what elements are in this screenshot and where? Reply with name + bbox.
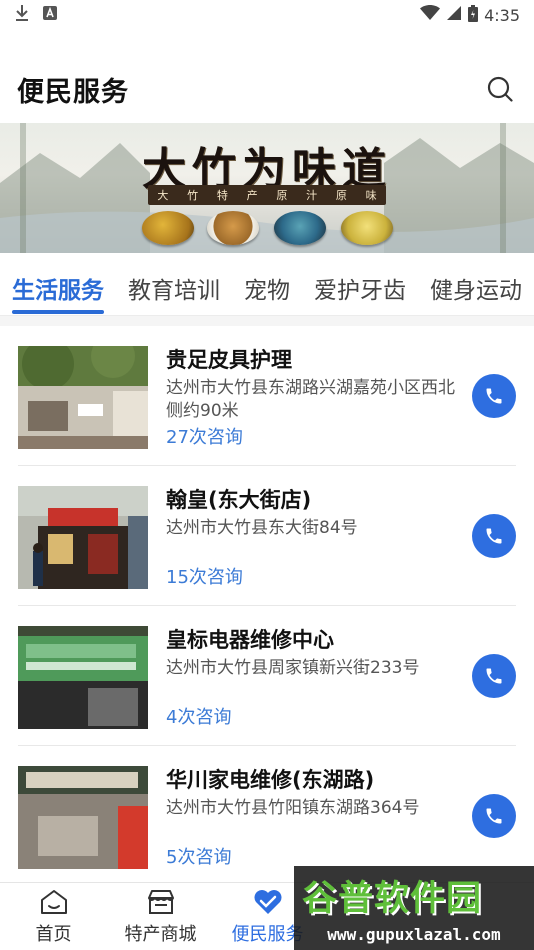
call-button[interactable]: [472, 794, 516, 838]
food-dish-image: [142, 211, 194, 245]
promo-banner[interactable]: 大竹为味道 大 竹 特 产 原 汁 原 味: [0, 123, 534, 253]
header: 便民服务: [0, 58, 534, 120]
list-item[interactable]: 华川家电维修(东湖路) 达州市大竹县竹阳镇东湖路364号 5次咨询: [18, 746, 516, 886]
phone-icon: [486, 388, 502, 404]
tab-pets[interactable]: 宠物: [232, 260, 302, 315]
nav-specialty-mall-label: 特产商城: [124, 923, 197, 945]
shop-thumbnail: [18, 486, 148, 589]
item-address: 达州市大竹县东大街84号: [166, 518, 358, 538]
banner-subtitle-char: 味: [365, 189, 377, 202]
status-bar: 4:35: [0, 0, 534, 30]
item-title: 皇标电器维修中心: [166, 628, 334, 652]
item-title: 贵足皮具护理: [166, 348, 292, 372]
consult-count: 4次咨询: [166, 707, 232, 728]
food-dish-image: [274, 211, 326, 245]
banner-subtitle: 大 竹 特 产 原 汁 原 味: [148, 185, 386, 205]
call-button[interactable]: [472, 654, 516, 698]
list-item[interactable]: 贵足皮具护理 达州市大竹县东湖路兴湖嘉苑小区西北侧约90米 27次咨询: [18, 326, 516, 466]
item-address: 达州市大竹县周家镇新兴街233号: [166, 658, 420, 678]
call-button[interactable]: [472, 514, 516, 558]
item-title: 翰皇(东大街店): [166, 488, 312, 512]
banner-subtitle-char: 汁: [306, 189, 318, 202]
item-address: 达州市大竹县竹阳镇东湖路364号: [166, 798, 420, 818]
tab-dental[interactable]: 爱护牙齿: [302, 260, 418, 315]
shop-thumbnail: [18, 766, 148, 869]
nav-specialty-mall[interactable]: 特产商城: [107, 883, 214, 950]
banner-subtitle-char: 原: [335, 189, 347, 202]
search-button[interactable]: [482, 71, 518, 107]
cellular-signal-icon: [446, 5, 462, 25]
nav-convenience-services-label: 便民服务: [231, 923, 304, 945]
page-title: 便民服务: [17, 76, 129, 108]
nav-home[interactable]: 首页: [0, 883, 107, 950]
tab-fitness[interactable]: 健身运动: [418, 260, 534, 315]
status-time: 4:35: [484, 5, 520, 25]
shop-thumbnail: [18, 346, 148, 449]
watermark-url: www.gupuxlazal.com: [327, 925, 501, 944]
nav-home-label: 首页: [35, 923, 72, 945]
download-icon: [14, 4, 30, 26]
item-title: 华川家电维修(东湖路): [166, 768, 375, 792]
banner-subtitle-char: 产: [246, 189, 258, 202]
watermark-text: 谷普软件园: [302, 879, 483, 919]
banner-subtitle-char: 原: [276, 189, 288, 202]
banner-subtitle-char: 竹: [187, 189, 199, 202]
food-dish-image: [341, 211, 393, 245]
service-list: 贵足皮具护理 达州市大竹县东湖路兴湖嘉苑小区西北侧约90米 27次咨询 翰皇(东…: [0, 326, 534, 886]
home-icon: [40, 889, 67, 914]
divider: [0, 316, 534, 326]
consult-count: 15次咨询: [166, 567, 243, 588]
search-icon: [487, 76, 513, 102]
call-button[interactable]: [472, 374, 516, 418]
store-icon: [147, 889, 174, 914]
battery-icon: [468, 4, 479, 26]
category-tabs: 生活服务 教育培训 宠物 爱护牙齿 健身运动: [0, 260, 534, 316]
item-address: 达州市大竹县东湖路兴湖嘉苑小区西北侧约90米: [166, 378, 455, 421]
phone-icon: [486, 528, 502, 544]
list-item[interactable]: 皇标电器维修中心 达州市大竹县周家镇新兴街233号 4次咨询: [18, 606, 516, 746]
handshake-heart-icon: [254, 889, 281, 914]
consult-count: 5次咨询: [166, 847, 232, 868]
phone-icon: [486, 808, 502, 824]
shop-thumbnail: [18, 626, 148, 729]
banner-subtitle-char: 特: [216, 189, 228, 202]
notification-a-icon: [42, 5, 58, 25]
phone-icon: [486, 668, 502, 684]
tab-education[interactable]: 教育培训: [116, 260, 232, 315]
wifi-icon: [420, 5, 441, 25]
banner-subtitle-char: 大: [157, 189, 169, 202]
tab-life-services[interactable]: 生活服务: [0, 260, 116, 315]
consult-count: 27次咨询: [166, 427, 243, 448]
list-item[interactable]: 翰皇(东大街店) 达州市大竹县东大街84号 15次咨询: [18, 466, 516, 606]
watermark: 谷普软件园 www.gupuxlazal.com: [294, 866, 534, 950]
food-dish-image: [207, 211, 259, 245]
